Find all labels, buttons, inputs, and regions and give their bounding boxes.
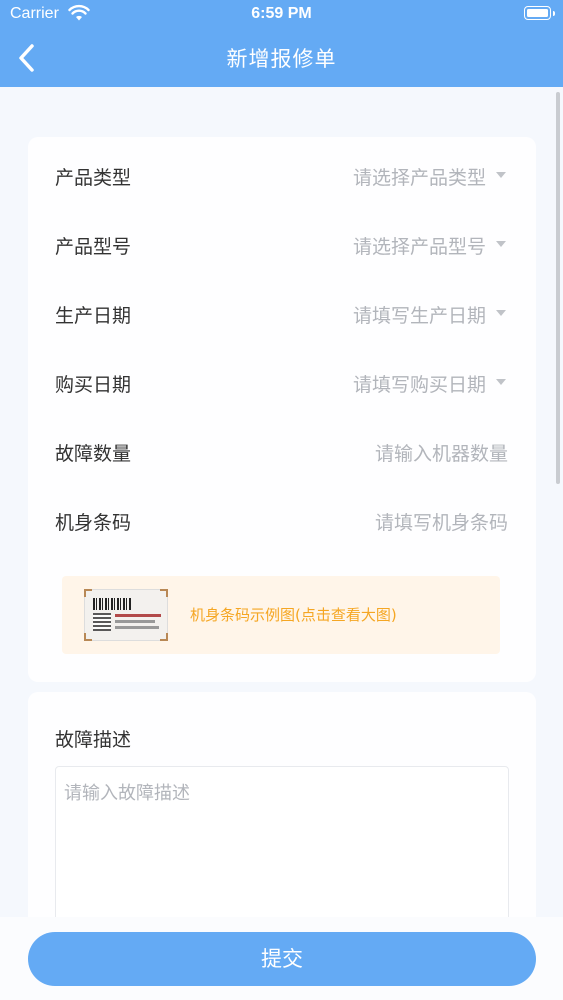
frame-corner [84,633,92,641]
frame-corner [160,633,168,641]
production-date-label: 生产日期 [55,305,132,327]
serial-sample-banner[interactable]: 机身条码示例图(点击查看大图) [62,576,500,654]
caret-down-icon [496,241,506,247]
fault-quantity-row[interactable]: 故障数量 请输入机器数量 [28,431,536,471]
caret-down-icon [496,172,506,178]
purchase-date-label: 购买日期 [55,374,132,396]
fault-quantity-label: 故障数量 [55,443,132,465]
fault-description-label: 故障描述 [55,729,132,751]
barcode-graphic [93,598,131,610]
status-bar: Carrier 6:59 PM [0,0,563,30]
serial-code-input[interactable]: 请填写机身条码 [375,508,508,535]
battery-icon [524,6,555,20]
navigation-bar: 新增报修单 [0,30,563,87]
frame-corner [84,589,92,597]
label-line [115,626,159,629]
production-date-row[interactable]: 生产日期 请填写生产日期 [28,293,536,333]
production-date-select[interactable]: 请填写生产日期 [353,301,486,328]
submit-button[interactable]: 提交 [28,932,536,986]
frame-corner [160,589,168,597]
product-info-card: 产品类型 请选择产品类型 产品型号 请选择产品型号 生产日期 请填写生产日期 购… [28,137,536,682]
page-title: 新增报修单 [226,47,337,71]
product-type-row[interactable]: 产品类型 请选择产品类型 [28,155,536,195]
label-line [115,614,161,617]
purchase-date-row[interactable]: 购买日期 请填写购买日期 [28,362,536,402]
fault-quantity-input[interactable]: 请输入机器数量 [375,439,508,466]
product-type-select[interactable]: 请选择产品类型 [353,163,486,190]
product-model-row[interactable]: 产品型号 请选择产品型号 [28,224,536,264]
qr-code-graphic [93,613,111,631]
label-line [115,620,155,623]
serial-code-row[interactable]: 机身条码 请填写机身条码 [28,500,536,540]
product-type-label: 产品类型 [55,167,132,189]
status-time: 6:59 PM [251,5,312,22]
caret-down-icon [496,310,506,316]
caret-down-icon [496,379,506,385]
barcode-sample-image[interactable] [84,589,168,641]
bottom-bar: 提交 [0,917,563,1000]
product-model-select[interactable]: 请选择产品型号 [353,232,486,259]
fault-description-placeholder: 请输入故障描述 [64,783,190,804]
purchase-date-select[interactable]: 请填写购买日期 [353,370,486,397]
product-model-label: 产品型号 [55,236,132,258]
form-content: 产品类型 请选择产品类型 产品型号 请选择产品型号 生产日期 请填写生产日期 购… [0,87,563,1000]
sample-banner-text[interactable]: 机身条码示例图(点击查看大图) [190,604,397,625]
serial-code-label: 机身条码 [55,512,132,534]
top-bar: Carrier 6:59 PM 新增报修单 [0,0,563,87]
scrollbar[interactable] [556,92,560,484]
